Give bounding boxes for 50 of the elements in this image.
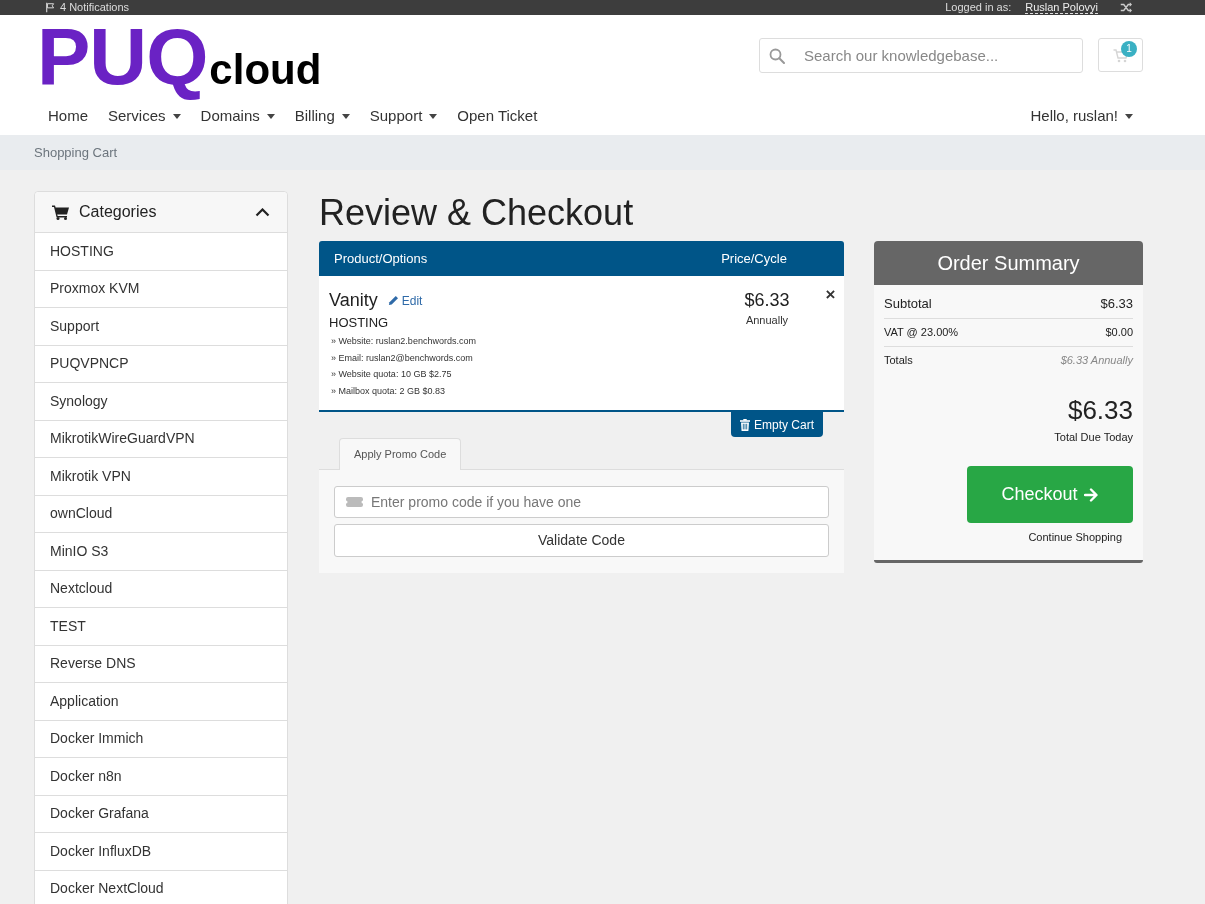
search-field[interactable]: Search our knowledgebase... [759, 38, 1083, 73]
summary-label: Subtotal [884, 295, 932, 314]
promo-code-field[interactable]: Enter promo code if you have one [334, 486, 829, 518]
sidebar-title: Categories [79, 202, 157, 222]
total-amount: $6.33 [1067, 394, 1133, 426]
total-label: Total Due Today [1054, 430, 1133, 445]
user-name-link[interactable]: Ruslan Polovyi [1025, 1, 1098, 14]
arrow-right-icon [1083, 487, 1099, 502]
product-option: » Website: ruslan2.benchwords.com [329, 333, 707, 350]
ticket-icon [346, 497, 363, 507]
validate-code-button[interactable]: Validate Code [334, 524, 829, 557]
product-option: » Email: ruslan2@benchwords.com [329, 349, 707, 366]
nav-link[interactable]: Home [38, 97, 98, 135]
product-option: » Mailbox quota: 2 GB $0.83 [329, 382, 707, 399]
summary-label: Totals [884, 352, 913, 368]
nav-link[interactable]: Open Ticket [447, 97, 548, 135]
cart-icon [52, 204, 69, 220]
summary-value: $6.33 [1100, 295, 1133, 314]
item-price: $6.33 [744, 289, 790, 312]
notifications-link[interactable]: 4 Notifications [45, 2, 130, 13]
breadcrumb-item: Shopping Cart [34, 143, 118, 162]
nav-link[interactable]: Billing [284, 97, 360, 135]
cart-count-badge: 1 [1121, 41, 1137, 57]
cart-icon [1113, 49, 1129, 63]
flag-icon [45, 2, 56, 13]
shuffle-icon[interactable] [1120, 2, 1132, 13]
column-header: Price/Cycle [720, 249, 788, 268]
column-header: Product/Options [333, 249, 429, 268]
nav-link[interactable]: Support [359, 97, 448, 135]
search-icon [769, 48, 785, 64]
account-menu[interactable]: Hello, ruslan! [1020, 97, 1143, 135]
remove-button[interactable]: × [825, 286, 836, 304]
promo-tab[interactable]: Apply Promo Code [339, 438, 462, 470]
summary-title: Order Summary [874, 241, 1143, 285]
product-option: » Website quota: 10 GB $2.75 [329, 366, 707, 383]
pencil-icon [387, 295, 399, 306]
product-group: HOSTING [329, 314, 707, 332]
chevron-up-icon[interactable] [255, 207, 270, 217]
summary-label: VAT @ 23.00% [884, 325, 959, 341]
product-name: Vanity [329, 289, 378, 312]
trash-icon [740, 418, 750, 431]
page-title: Review & Checkout [319, 191, 635, 234]
summary-value: $0.00 [1105, 325, 1133, 341]
summary-value: $6.33 Annually [1060, 352, 1133, 368]
billing-cycle: Annually [745, 313, 789, 328]
logged-in-label: Logged in as: [945, 2, 1012, 13]
edit-link[interactable]: Edit [387, 291, 423, 310]
continue-shopping-link[interactable]: Continue Shopping [1028, 529, 1122, 545]
logo-suffix: cloud [209, 49, 322, 91]
empty-cart-button[interactable]: Empty Cart [731, 412, 823, 437]
